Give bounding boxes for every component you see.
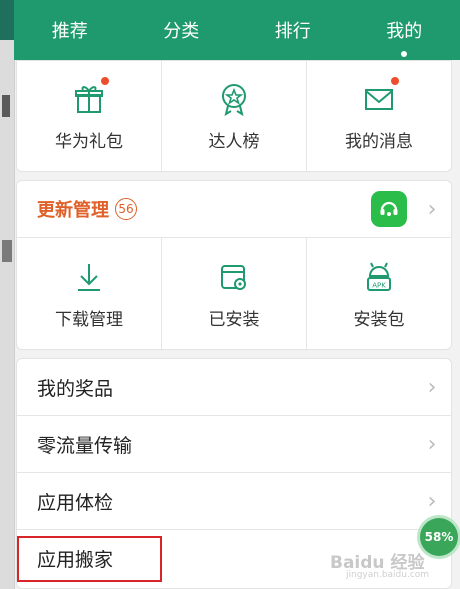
medal-icon: [216, 81, 252, 117]
customer-service-icon[interactable]: [371, 191, 407, 227]
my-prizes-label: 我的奖品: [37, 377, 114, 400]
mail-icon: [361, 76, 399, 117]
expert-ranking-entry[interactable]: 达人榜: [162, 61, 307, 171]
installed-label: 已安装: [208, 310, 260, 330]
huawei-gift-entry[interactable]: 华为礼包: [17, 61, 162, 171]
tab-category[interactable]: 分类: [126, 17, 238, 43]
top-tab-bar: 推荐 分类 排行 我的: [14, 0, 460, 60]
install-package-label: 安装包: [353, 310, 405, 330]
update-management-row[interactable]: 更新管理 56 ›: [17, 181, 451, 238]
floating-percent-ball[interactable]: 58%: [420, 518, 458, 556]
background-app-edge: [0, 0, 15, 589]
highlight-box: [17, 536, 162, 582]
update-management-title: 更新管理: [37, 200, 109, 221]
tab-recommend[interactable]: 推荐: [14, 17, 126, 43]
notification-dot: [101, 76, 109, 85]
app-checkup-row[interactable]: 应用体检 ›: [17, 473, 451, 530]
installed-entry[interactable]: 已安装: [162, 238, 307, 351]
tab-mine[interactable]: 我的: [349, 17, 460, 57]
my-prizes-row[interactable]: 我的奖品 ›: [17, 359, 451, 416]
chevron-right-icon: ›: [427, 374, 437, 400]
tab-ranking[interactable]: 排行: [237, 17, 349, 43]
update-count-badge: 56: [115, 198, 137, 220]
chevron-right-icon: ›: [427, 431, 437, 457]
svg-text:APK: APK: [372, 282, 386, 290]
my-messages-entry[interactable]: 我的消息: [307, 61, 451, 171]
download-management-label: 下载管理: [55, 310, 123, 330]
installed-icon: [216, 259, 252, 295]
chevron-right-icon: ›: [427, 488, 437, 514]
apk-package-icon: APK: [361, 259, 397, 295]
zero-data-transfer-label: 零流量传输: [37, 434, 133, 457]
app-checkup-label: 应用体检: [37, 491, 114, 514]
management-card: 更新管理 56 › 下载管理 已安装 APK 安装包: [16, 180, 452, 351]
my-messages-label: 我的消息: [345, 131, 413, 152]
gift-icon: [71, 76, 109, 117]
expert-ranking-label: 达人榜: [208, 131, 260, 152]
watermark-url: jingyan.baidu.com: [346, 570, 430, 580]
zero-data-transfer-row[interactable]: 零流量传输 ›: [17, 416, 451, 473]
download-icon: [71, 259, 107, 295]
quick-entries-card: 华为礼包 达人榜 我的消息: [16, 60, 452, 172]
huawei-gift-label: 华为礼包: [55, 131, 123, 152]
install-package-entry[interactable]: APK 安装包: [307, 238, 451, 351]
chevron-right-icon: ›: [427, 196, 437, 222]
download-management-entry[interactable]: 下载管理: [17, 238, 162, 351]
notification-dot: [391, 76, 399, 85]
